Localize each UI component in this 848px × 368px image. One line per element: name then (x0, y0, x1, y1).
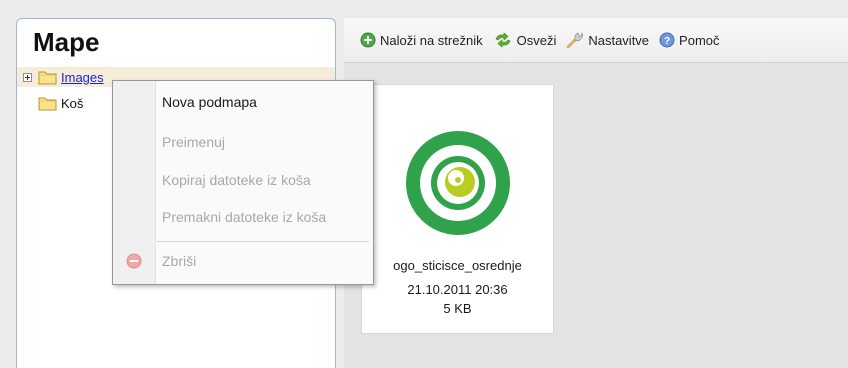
refresh-icon (495, 32, 510, 48)
menu-separator (157, 241, 369, 242)
settings-button[interactable]: Nastavitve (566, 31, 649, 49)
menu-item-delete[interactable]: Zbriši (113, 246, 373, 276)
file-browser: Naloži na strežnik Osveži Nastavitve ? P… (344, 18, 848, 368)
help-icon: ? (659, 32, 675, 48)
menu-item-label: Nova podmapa (162, 94, 257, 110)
refresh-button[interactable]: Osveži (493, 32, 557, 48)
menu-item-label: Zbriši (162, 253, 197, 269)
upload-button[interactable]: Naloži na strežnik (360, 32, 483, 48)
help-button[interactable]: ? Pomoč (659, 32, 720, 48)
context-menu: Nova podmapa Preimenuj Kopiraj datoteke … (112, 80, 374, 285)
menu-item-copy-from-trash[interactable]: Kopiraj datoteke iz koša (113, 165, 373, 195)
toolbar: Naloži na strežnik Osveži Nastavitve ? P… (344, 18, 848, 63)
tree-item-label[interactable]: Images (61, 70, 104, 85)
tree-item-label: Koš (61, 95, 84, 111)
file-name: ogo_sticisce_osrednje (393, 258, 522, 273)
settings-label: Nastavitve (588, 32, 650, 48)
menu-item-move-from-trash[interactable]: Premakni datoteke iz koša (113, 202, 373, 232)
menu-item-label: Kopiraj datoteke iz koša (162, 172, 311, 188)
menu-item-rename[interactable]: Preimenuj (113, 127, 373, 157)
menu-item-new-subfolder[interactable]: Nova podmapa (113, 87, 373, 117)
upload-label: Naloži na strežnik (380, 32, 483, 48)
refresh-label: Osveži (516, 32, 557, 48)
svg-text:?: ? (664, 36, 670, 47)
folder-icon (38, 97, 57, 111)
menu-item-label: Preimenuj (162, 134, 226, 150)
panel-title: Mape (33, 27, 100, 57)
menu-item-label: Premakni datoteke iz koša (162, 209, 327, 225)
folder-icon (38, 71, 57, 85)
image-thumbnail (406, 131, 510, 235)
help-label: Pomoč (679, 32, 720, 48)
file-size: 5 KB (443, 301, 472, 316)
add-icon (360, 32, 376, 48)
delete-icon (126, 253, 142, 269)
expand-icon[interactable] (23, 72, 32, 82)
file-item[interactable]: ogo_sticisce_osrednje 21.10.2011 20:36 5… (361, 84, 554, 334)
file-date: 21.10.2011 20:36 (407, 282, 508, 297)
tree-item-trash[interactable]: Koš (38, 93, 83, 113)
wrench-icon (566, 31, 584, 49)
